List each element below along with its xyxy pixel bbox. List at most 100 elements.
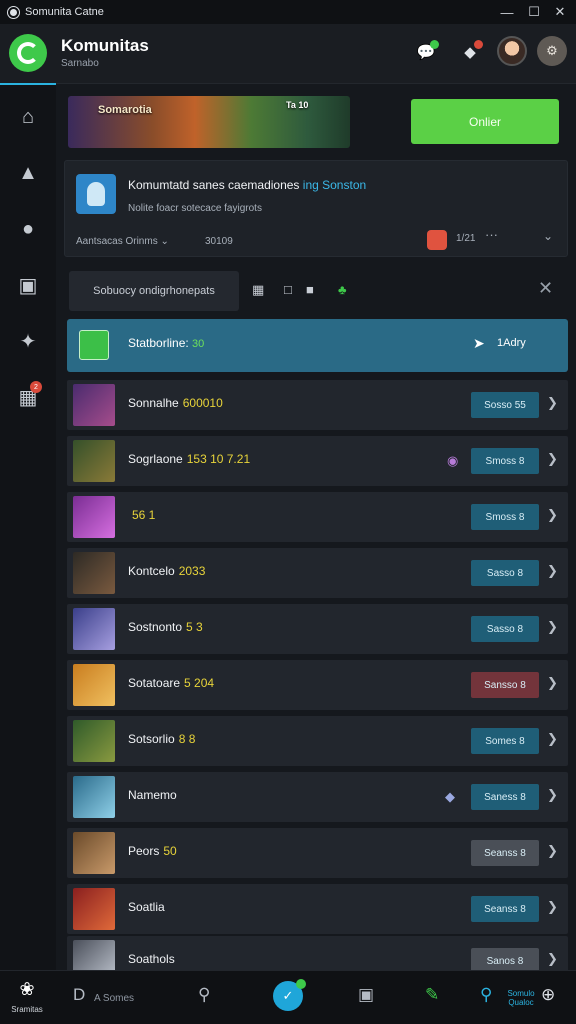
item-name: Soatlia [128,900,165,914]
leaf-icon[interactable]: ♣ [338,282,347,297]
item-action-button[interactable]: Smoss 8 [471,448,539,474]
back-icon[interactable]: D [73,985,85,1005]
chevron-right-icon[interactable]: ❯ [547,563,558,579]
discover-icon[interactable]: ⚲ [480,985,492,1005]
minimize-button[interactable]: — [496,2,518,22]
card-meta[interactable]: Aantsacas Orinms ⌄ [76,236,169,247]
store-nav-icon[interactable]: ▣ [358,985,374,1005]
game-thumbnail [73,832,115,874]
item-action-button[interactable]: Sosso 55 [471,392,539,418]
list-item[interactable]: Peors 50 Seanss 8 ❯ [67,828,568,878]
chevron-right-icon[interactable]: ❯ [547,951,558,967]
main-content: Somarotia Ta 10 Onlier Komumtatd sanes c… [56,85,576,970]
game-thumbnail [73,664,115,706]
card-description: Nolite foacr sotecace fayigrots [128,203,262,214]
search-icon[interactable]: ⚲ [198,985,210,1005]
list-item[interactable]: Sotatoare 5 204 Sansso 8 ❯ [67,660,568,710]
item-name: Sogrlaone 153 10 7.21 [128,452,251,466]
filter-dropdown[interactable]: Sobuocy ondigrhonepats [69,271,239,311]
search-nav-label[interactable]: A Somes [94,993,134,1004]
banner-text-2: Ta 10 [286,100,309,110]
list-item[interactable]: Soatlia Seanss 8 ❯ [67,884,568,934]
store-icon[interactable]: ▣ [12,269,44,301]
list-item[interactable]: Sogrlaone 153 10 7.21 ◉ Smoss 8 ❯ [67,436,568,486]
community-icon[interactable]: ▲ [12,157,44,189]
item-name: Sonnalhe 600010 [128,396,223,410]
item-name: Sotsorlio 8 8 [128,732,196,746]
chevron-right-icon[interactable]: ❯ [547,619,558,635]
bottom-navigation: ❀ Sramitas D A Somes ⚲ ✓ ▣ ✎ ⚲ Somulo Qu… [0,970,576,1024]
home-icon[interactable]: ⌂ [12,101,44,133]
item-action-button[interactable]: Seanss 8 [471,840,539,866]
selected-game-icon [79,330,109,360]
chevron-right-icon[interactable]: ❯ [547,899,558,915]
list-item[interactable]: Sotsorlio 8 8 Somes 8 ❯ [67,716,568,766]
item-action-button[interactable]: Seanss 8 [471,896,539,922]
inbox-badge: 2 [30,381,42,393]
friends-icon[interactable]: ● [12,213,44,245]
sidebar: ⌂ ▲ ● ▣ ✦ ▦ 2 [0,85,56,970]
list-item[interactable]: 56 1 Smoss 8 ❯ [67,492,568,542]
discover-label[interactable]: Somulo Qualoc [503,989,539,1007]
window-title: Somunita Catne [25,6,104,18]
badge-icon: ◉ [447,453,459,468]
send-icon[interactable]: ➤ [473,335,485,352]
item-action-button[interactable]: Somes 8 [471,728,539,754]
community-card[interactable]: Komumtatd sanes caemadiones ing Sonston … [64,160,568,257]
window-titlebar: Somunita Catne — ☐ ✕ [0,0,576,24]
more-icon[interactable]: ··· [485,227,498,242]
app-logo[interactable] [9,34,47,72]
chevron-right-icon[interactable]: ❯ [547,787,558,803]
diamond-badge [474,40,483,49]
list-icon[interactable]: ■ [306,282,314,297]
chevron-right-icon[interactable]: ❯ [547,675,558,691]
home-nav-label[interactable]: Sramitas [3,1005,51,1014]
app-small-icon [8,6,19,18]
banner-text: Somarotia [98,104,152,116]
game-thumbnail [73,496,115,538]
community-avatar [76,174,116,214]
list-item[interactable]: Kontcelo 2033 Sasso 8 ❯ [67,548,568,598]
list-item[interactable]: Namemo ◆ Saness 8 ❯ [67,772,568,822]
item-action-button[interactable]: Sasso 8 [471,560,539,586]
user-avatar[interactable] [497,36,527,66]
game-thumbnail [73,440,115,482]
chevron-right-icon[interactable]: ❯ [547,731,558,747]
item-name: Kontcelo 2033 [128,564,206,578]
home-nav-icon[interactable]: ❀ [8,979,46,1000]
edit-icon[interactable]: ✎ [425,985,439,1005]
list-item[interactable]: Soathols Sanos 8 ❯ [67,936,568,970]
item-name: 56 1 [132,508,156,522]
online-button[interactable]: Onlier [411,99,559,144]
card-count: 30109 [205,236,233,247]
item-action-button[interactable]: Sanos 8 [471,948,539,970]
maximize-button[interactable]: ☐ [523,2,545,22]
selected-row-action[interactable]: 1Adry [497,337,526,349]
chevron-right-icon[interactable]: ❯ [547,451,558,467]
item-action-button[interactable]: Sansso 8 [471,672,539,698]
close-filter-icon[interactable]: ✕ [538,278,553,299]
game-thumbnail [73,608,115,650]
item-action-button[interactable]: Smoss 8 [471,504,539,530]
item-action-button[interactable]: Sasso 8 [471,616,539,642]
logo-mark-icon [17,42,39,64]
item-action-button[interactable]: Saness 8 [471,784,539,810]
selected-row[interactable]: Statborline: 30 ➤ 1Adry [67,319,568,372]
chevron-down-icon[interactable]: ⌄ [543,229,553,243]
tools-icon[interactable]: ✦ [12,325,44,357]
chevron-right-icon[interactable]: ❯ [547,843,558,859]
game-banner[interactable]: Somarotia Ta 10 [68,96,350,148]
card-title: Komumtatd sanes caemadiones ing Sonston [128,178,367,192]
notification-icon[interactable] [427,230,447,250]
square-icon[interactable]: □ [284,282,292,297]
chevron-right-icon[interactable]: ❯ [547,395,558,411]
game-thumbnail [73,552,115,594]
grid-icon[interactable]: ▦ [252,282,264,298]
list-item[interactable]: Sonnalhe 600010 Sosso 55 ❯ [67,380,568,430]
chevron-right-icon[interactable]: ❯ [547,507,558,523]
item-name: Sostnonto 5 3 [128,620,203,634]
profile-menu-icon[interactable]: ⚙ [537,36,567,66]
close-button[interactable]: ✕ [549,2,571,22]
add-icon[interactable]: ⊕ [541,985,555,1005]
list-item[interactable]: Sostnonto 5 3 Sasso 8 ❯ [67,604,568,654]
